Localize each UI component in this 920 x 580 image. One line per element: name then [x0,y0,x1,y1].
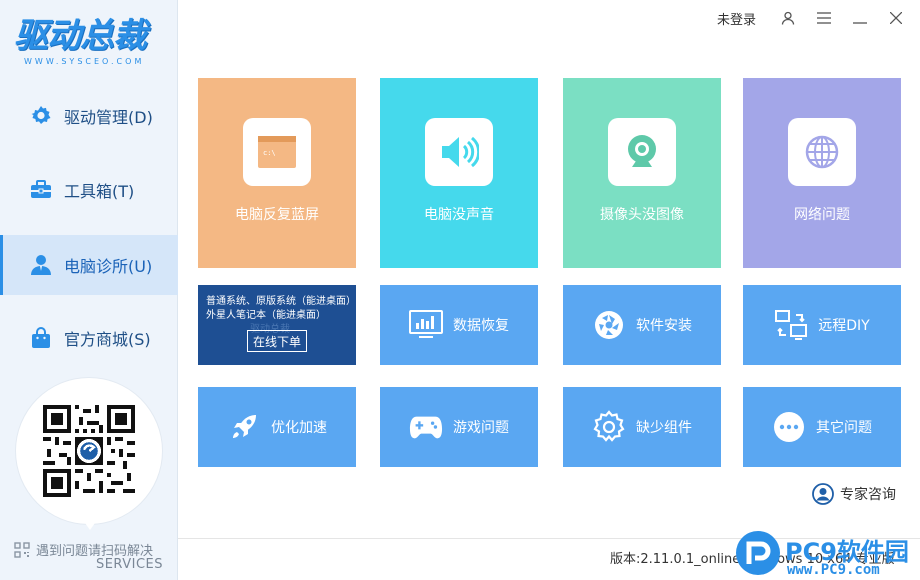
tile-network[interactable]: 网络问题 [743,78,901,268]
globe-icon [788,118,856,186]
tile-label: 缺少组件 [636,420,692,436]
tile-label: 摄像头没图像 [600,207,684,223]
monitor-chart-icon [409,308,443,342]
pc9-watermark: PC9软件园 www.PC9.com [733,526,920,580]
gamepad-icon [409,410,443,444]
tile-game-issues[interactable]: 游戏问题 [380,387,538,467]
sidebar-item-label: 工具箱(T) [64,182,135,201]
tile-remote-diy[interactable]: 远程DIY [743,285,901,365]
shopping-bag-icon [28,325,54,351]
login-link[interactable]: 未登录 [717,9,756,28]
sidebar-item-driver-management[interactable]: 驱动管理(D) [0,86,178,146]
tile-data-recovery[interactable]: 数据恢复 [380,285,538,365]
toolbox-icon [28,177,54,203]
rocket-icon [227,410,261,444]
terminal-window-icon: c:\ [243,118,311,186]
sidebar-item-label: 官方商城(S) [64,330,151,349]
sidebar: 驱动总裁 WWW.SYSCEO.COM 驱动管理(D) 工具箱(T) 电脑诊所(… [0,0,178,580]
user-account-icon[interactable] [770,0,806,36]
expert-consult-label: 专家咨询 [840,487,896,503]
qr-small-icon [14,541,30,558]
remote-screens-icon [774,308,808,342]
sidebar-item-pc-clinic[interactable]: 电脑诊所(U) [0,235,178,295]
tile-software-install[interactable]: 软件安装 [563,285,721,365]
tile-label: 网络问题 [794,207,850,223]
tile-label: 远程DIY [818,318,870,334]
tile-no-sound[interactable]: 电脑没声音 [380,78,538,268]
menu-icon[interactable] [806,0,842,36]
tile-label: 优化加速 [271,420,327,436]
minimize-icon[interactable] [842,0,878,36]
top-bar: 未登录 [717,0,920,36]
expert-user-icon [812,483,834,505]
tile-optimize[interactable]: 优化加速 [198,387,356,467]
tile-other-issues[interactable]: 其它问题 [743,387,901,467]
webcam-icon [608,118,676,186]
svg-text:c:\: c:\ [263,149,276,157]
speaker-icon [425,118,493,186]
logo-subtext: WWW.SYSCEO.COM [24,57,145,66]
qr-bubble-tail [80,516,100,530]
aperture-icon [592,308,626,342]
tile-label: 其它问题 [816,420,872,436]
tile-label: 电脑没声音 [424,207,494,223]
ad-banner[interactable]: 普通系统、原版系统（能进桌面） 外星人笔记本（能进桌面） 驱动总裁 在线下单 [198,285,356,365]
tile-bluescreen[interactable]: c:\ 电脑反复蓝屏 [198,78,356,268]
sidebar-item-toolbox[interactable]: 工具箱(T) [0,160,178,220]
qr-services-text: SERVICES [95,557,163,572]
gear-icon [28,103,54,129]
ad-line-1: 普通系统、原版系统（能进桌面） [206,296,356,307]
pc9-logo-icon [735,530,781,580]
sidebar-item-official-store[interactable]: 官方商城(S) [0,308,178,368]
pc9-url: www.PC9.com [787,562,880,578]
logo-text: 驱动总裁 [14,16,147,56]
close-icon[interactable] [878,0,914,36]
sidebar-item-label: 驱动管理(D) [64,108,153,127]
expert-consult-link[interactable]: 专家咨询 [812,483,896,505]
tile-webcam[interactable]: 摄像头没图像 [563,78,721,268]
qr-code [43,405,135,497]
sidebar-item-label: 电脑诊所(U) [64,257,153,276]
tile-label: 电脑反复蓝屏 [235,207,319,223]
user-icon [28,252,54,278]
tile-label: 游戏问题 [453,420,509,436]
cog-icon [592,410,626,444]
more-dots-icon [772,410,806,444]
order-online-button[interactable]: 在线下单 [247,330,307,352]
app-logo: 驱动总裁 WWW.SYSCEO.COM [14,18,164,74]
tile-label: 软件安装 [636,318,692,334]
tile-label: 数据恢复 [453,318,509,334]
tile-missing-components[interactable]: 缺少组件 [563,387,721,467]
